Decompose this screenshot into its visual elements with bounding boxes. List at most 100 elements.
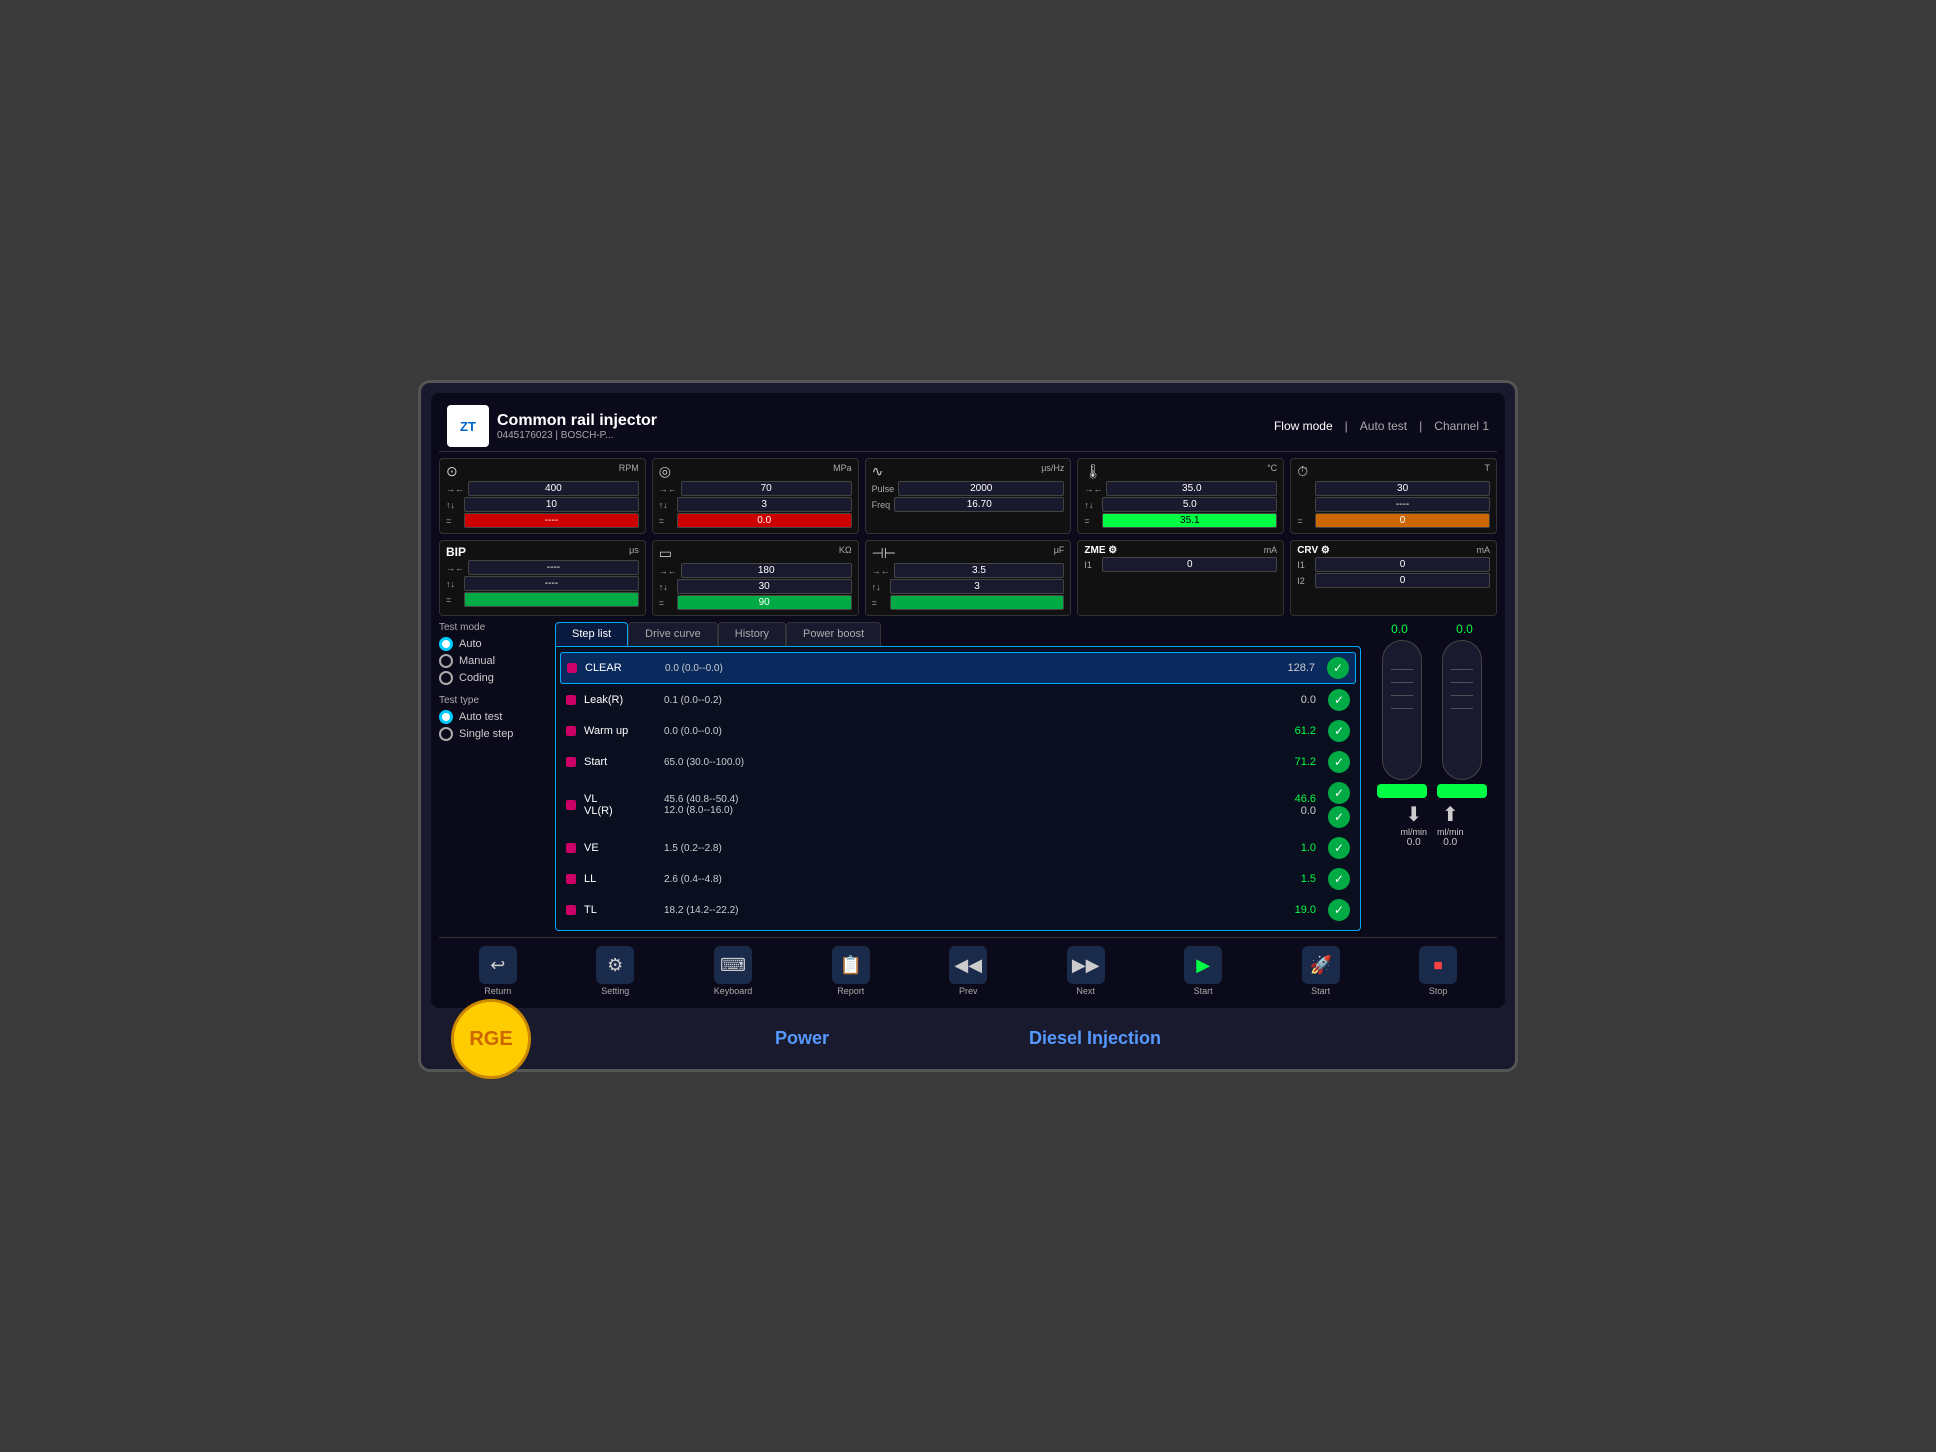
prev-button[interactable]: ◀◀ Prev	[943, 944, 993, 998]
resistance-icon: ▭	[659, 545, 672, 562]
step-row-clear[interactable]: CLEAR 0.0 (0.0--0.0) 128.7 ✓	[560, 652, 1356, 684]
radio-autotest-circle	[439, 710, 453, 724]
keyboard-icon: ⌨	[714, 946, 752, 984]
temp-icon: 🌡	[1084, 463, 1102, 480]
step-name-ll: LL	[584, 873, 664, 885]
warning-badge: RGE	[451, 999, 531, 1079]
step-row-ll[interactable]: LL 2.6 (0.4--4.8) 1.5 ✓	[560, 864, 1356, 894]
injector-left-icon: ⬇	[1401, 802, 1428, 827]
mpa-input-1[interactable]	[681, 481, 852, 496]
step-name-start: Start	[584, 756, 664, 768]
tab-history[interactable]: History	[718, 622, 786, 646]
gauges-row-2: BIP μs →← ↑↓ = ▭ KΩ →← ↑↓ = ⊣⊢	[439, 540, 1497, 616]
step-range-start: 65.0 (30.0--100.0)	[664, 757, 1256, 768]
tab-step-list[interactable]: Step list	[555, 622, 628, 646]
timer-input-1[interactable]	[1315, 481, 1490, 496]
meter-left-base	[1377, 784, 1427, 798]
step-range-tl: 18.2 (14.2--22.2)	[664, 905, 1256, 916]
step-row-leak[interactable]: Leak(R) 0.1 (0.0--0.2) 0.0 ✓	[560, 685, 1356, 715]
bottom-labels: Power Diesel Injection	[431, 1008, 1505, 1059]
step-value-tl: 19.0	[1256, 904, 1316, 916]
bip-gauge: BIP μs →← ↑↓ =	[439, 540, 646, 616]
step-row-warmup[interactable]: Warm up 0.0 (0.0--0.0) 61.2 ✓	[560, 716, 1356, 746]
step-range-ve: 1.5 (0.2--2.8)	[664, 843, 1256, 854]
prev-label: Prev	[959, 986, 978, 996]
meter-left-col	[1377, 640, 1427, 798]
step-value-start: 71.2	[1256, 756, 1316, 768]
step-name-warmup: Warm up	[584, 725, 664, 737]
tab-drive-curve[interactable]: Drive curve	[628, 622, 718, 646]
step-value-warmup: 61.2	[1256, 725, 1316, 737]
step-value-leak: 0.0	[1256, 694, 1316, 706]
start-button-1[interactable]: ▶ Start	[1178, 944, 1228, 998]
stop-button[interactable]: ⏹ Stop	[1413, 944, 1463, 998]
meter-left-tube	[1382, 640, 1422, 780]
meter-right-val: 0.0	[1437, 837, 1464, 848]
res-input-1[interactable]	[681, 563, 852, 578]
rpm-input-1[interactable]	[468, 481, 639, 496]
timer-icon: ⏱	[1297, 463, 1308, 480]
timer-input-2	[1315, 497, 1490, 512]
setting-button[interactable]: ⚙ Setting	[590, 944, 640, 998]
res-input-2[interactable]	[677, 579, 852, 594]
start-button-2[interactable]: 🚀 Start	[1296, 944, 1346, 998]
resistance-gauge: ▭ KΩ →← ↑↓ =	[652, 540, 859, 616]
res-result	[677, 595, 852, 610]
step-row-start[interactable]: Start 65.0 (30.0--100.0) 71.2 ✓	[560, 747, 1356, 777]
step-row-vl[interactable]: VLVL(R) 45.6 (40.8--50.4)12.0 (8.0--16.0…	[560, 778, 1356, 832]
return-icon: ↩	[479, 946, 517, 984]
meter-left-val: 0.0	[1401, 837, 1428, 848]
main-area: Test mode Auto Manual Coding Te	[439, 622, 1497, 931]
bip-input-1	[468, 560, 639, 575]
mpa-input-2[interactable]	[677, 497, 852, 512]
step-row-tl[interactable]: TL 18.2 (14.2--22.2) 19.0 ✓	[560, 895, 1356, 925]
crv-i2	[1315, 573, 1490, 588]
temp-input-1[interactable]	[1106, 481, 1277, 496]
report-button[interactable]: 📋 Report	[826, 944, 876, 998]
step-check-clear: ✓	[1327, 657, 1349, 679]
radio-manual-label: Manual	[459, 655, 495, 667]
radio-singlestep-label: Single step	[459, 728, 513, 740]
diesel-label: Diesel Injection	[1029, 1028, 1161, 1049]
radio-auto[interactable]: Auto	[439, 637, 549, 651]
gauges-row-1: ⊙ RPM →← ↑↓ = ◎ MPa →← ↑↓ = ∿	[439, 458, 1497, 534]
cap-input-2[interactable]	[890, 579, 1065, 594]
tabs: Step list Drive curve History Power boos…	[555, 622, 1361, 646]
next-button[interactable]: ▶▶ Next	[1061, 944, 1111, 998]
radio-autotest-label: Auto test	[459, 711, 502, 723]
step-row-ve[interactable]: VE 1.5 (0.2--2.8) 1.0 ✓	[560, 833, 1356, 863]
timer-gauge: ⏱ T =	[1290, 458, 1497, 534]
radio-coding[interactable]: Coding	[439, 671, 549, 685]
step-check-warmup: ✓	[1328, 720, 1350, 742]
radio-auto-circle	[439, 637, 453, 651]
radio-auto-label: Auto	[459, 638, 482, 650]
radio-singlestep-circle	[439, 727, 453, 741]
radio-singlestep[interactable]: Single step	[439, 727, 549, 741]
test-type-section: Test type Auto test Single step	[439, 695, 549, 741]
step-indicator-tl	[566, 905, 576, 915]
header: ZT Common rail injector 0445176023 | BOS…	[439, 401, 1497, 452]
cap-input-1[interactable]	[894, 563, 1065, 578]
temp-input-2[interactable]	[1102, 497, 1277, 512]
radio-autotest[interactable]: Auto test	[439, 710, 549, 724]
step-name-leak: Leak(R)	[584, 694, 664, 706]
radio-manual[interactable]: Manual	[439, 654, 549, 668]
tab-power-boost[interactable]: Power boost	[786, 622, 881, 646]
step-name-vl: VLVL(R)	[584, 793, 664, 817]
radio-manual-circle	[439, 654, 453, 668]
keyboard-button[interactable]: ⌨ Keyboard	[708, 944, 759, 998]
step-value-ll: 1.5	[1256, 873, 1316, 885]
step-indicator-vl	[566, 800, 576, 810]
freq-input[interactable]	[894, 497, 1064, 512]
return-button[interactable]: ↩ Return	[473, 944, 523, 998]
logo: ZT	[447, 405, 489, 447]
step-indicator-ll	[566, 874, 576, 884]
step-range-leak: 0.1 (0.0--0.2)	[664, 695, 1256, 706]
next-label: Next	[1076, 986, 1095, 996]
pulse-input[interactable]	[898, 481, 1064, 496]
step-name-clear: CLEAR	[585, 662, 665, 674]
rpm-input-2[interactable]	[464, 497, 639, 512]
prev-icon: ◀◀	[949, 946, 987, 984]
step-range-clear: 0.0 (0.0--0.0)	[665, 663, 1255, 674]
step-check-tl: ✓	[1328, 899, 1350, 921]
